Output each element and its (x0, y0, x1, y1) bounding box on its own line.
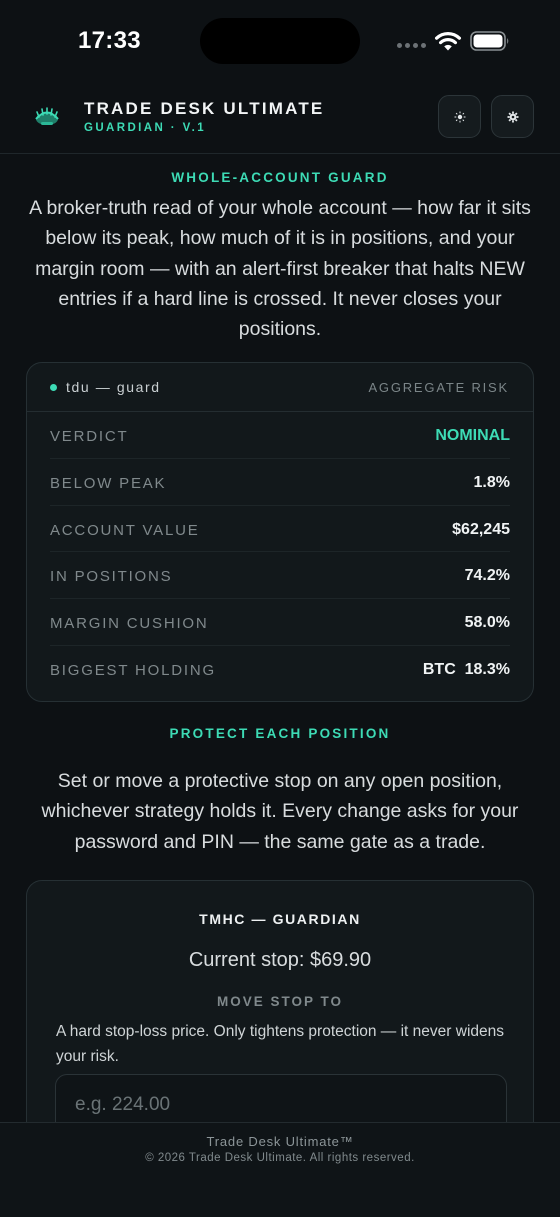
battery-icon (470, 31, 509, 51)
status-dot (50, 384, 57, 391)
footer: Trade Desk Ultimate™ © 2026 Trade Desk U… (0, 1122, 560, 1217)
metric-label: MARGIN CUSHION (50, 615, 209, 633)
app-subtitle: GUARDIAN · V.1 (84, 122, 206, 134)
status-bar: 17:33 (0, 0, 560, 82)
guard-description: A broker-truth read of your whole accoun… (29, 197, 531, 341)
guard-section-label: WHOLE-ACCOUNT GUARD (171, 170, 389, 185)
footer-brand: Trade Desk Ultimate™ (206, 1134, 354, 1149)
guard-card: tdu — guard AGGREGATE RISK VERDICT NOMIN… (26, 362, 534, 702)
current-stop: Current stop: $69.90 (188, 949, 372, 971)
wifi-icon (435, 31, 461, 51)
app-title: TRADE DESK ULTIMATE (84, 99, 325, 118)
metric-row-below-peak: BELOW PEAK 1.8% (50, 459, 510, 506)
move-stop-label: MOVE STOP TO (216, 994, 344, 1009)
guard-card-name: tdu — guard (66, 379, 161, 395)
page: 17:33 TRADE DESK ULTIMATE GUARDIAN · V.1 (0, 0, 560, 1217)
metric-label: BELOW PEAK (50, 474, 167, 492)
metric-value: $62,245 (452, 520, 510, 538)
sun-icon (454, 111, 465, 122)
metric-label: ACCOUNT VALUE (50, 521, 200, 539)
metric-label: VERDICT (50, 428, 129, 445)
metric-row-verdict: VERDICT NOMINAL (50, 412, 510, 459)
metric-row-in-positions: IN POSITIONS 74.2% (50, 552, 510, 600)
move-stop-help: A hard stop-loss price. Only tightens pr… (56, 1023, 504, 1065)
protect-description: Set or move a protective stop on any ope… (41, 770, 519, 853)
status-time: 17:33 (78, 27, 141, 54)
guard-card-tag: AGGREGATE RISK (368, 380, 509, 395)
metric-label: BIGGEST HOLDING (50, 661, 216, 679)
metric-value: NOMINAL (435, 427, 510, 444)
gear-icon (507, 111, 518, 122)
metric-row-account-value: ACCOUNT VALUE $62,245 (50, 506, 510, 553)
metric-value: 58.0% (464, 614, 510, 632)
metric-value: 1.8% (473, 473, 510, 491)
theme-toggle-button[interactable] (438, 95, 481, 138)
logo-icon (35, 107, 59, 125)
footer-copyright: © 2026 Trade Desk Ultimate. All rights r… (145, 1152, 415, 1164)
signal-icon (397, 43, 426, 48)
app-header: TRADE DESK ULTIMATE GUARDIAN · V.1 (0, 82, 560, 154)
guard-card-header: tdu — guard AGGREGATE RISK (27, 363, 533, 412)
settings-button[interactable] (491, 95, 534, 138)
metric-value: 74.2% (464, 567, 510, 585)
metric-row-biggest-holding: BIGGEST HOLDING BTC 18.3% (50, 646, 510, 693)
protect-section-label: PROTECT EACH POSITION (169, 726, 391, 741)
metric-row-margin-cushion: MARGIN CUSHION 58.0% (50, 599, 510, 646)
metric-label: IN POSITIONS (50, 568, 173, 586)
metric-value: BTC 18.3% (422, 660, 510, 678)
dynamic-island (200, 18, 360, 64)
position-title: TMHC — GUARDIAN (199, 911, 361, 927)
